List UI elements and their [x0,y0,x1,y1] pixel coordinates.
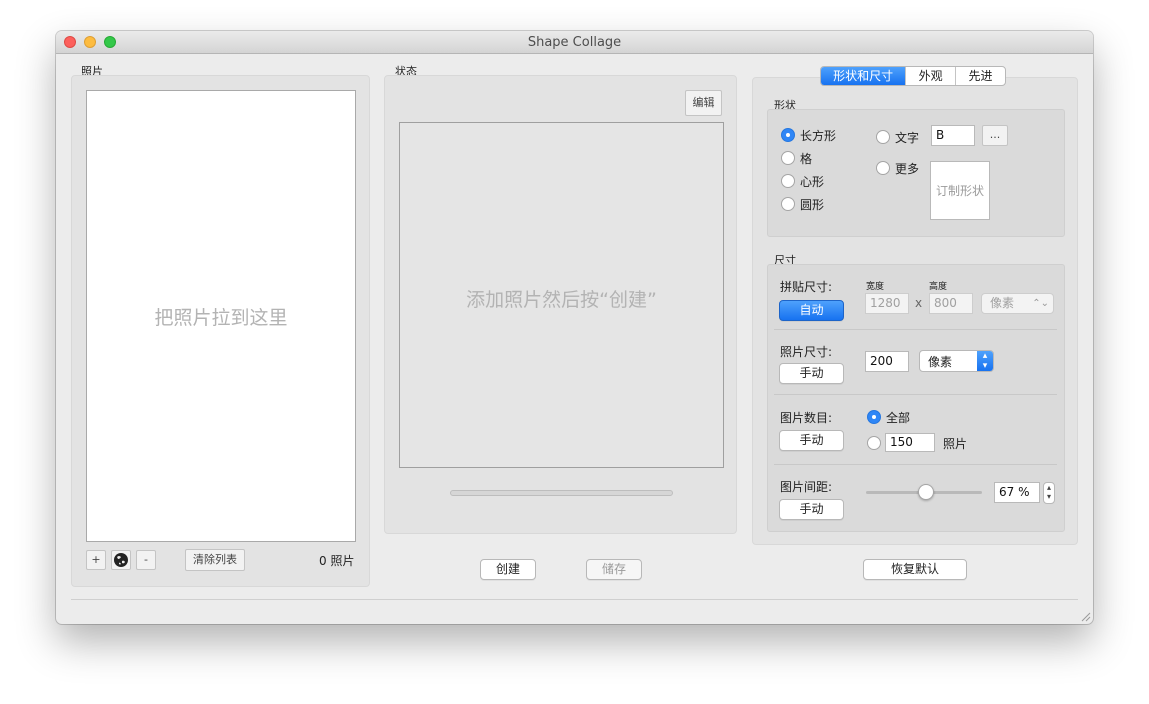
tab-appearance[interactable]: 外观 [906,67,957,85]
shape-label-more: 更多 [895,162,920,176]
status-panel: 编辑 添加照片然后按“创建” [384,75,737,534]
photo-count-setting-label: 图片数目: [780,411,833,425]
globe-icon [114,553,128,567]
progress-bar [450,490,673,496]
photo-unit-select[interactable]: 像素 ▴ ▾ [919,350,994,372]
collage-size-label: 拼贴尺寸: [780,280,833,294]
count-unit-label: 照片 [943,437,968,451]
spacing-stepper[interactable]: ▴ ▾ [1043,482,1055,504]
custom-shape-box[interactable]: 订制形状 [930,161,990,220]
shape-radio-circle[interactable] [781,197,795,211]
add-from-web-button[interactable] [111,550,131,570]
times-sign: x [915,296,923,310]
photo-size-manual-button[interactable]: 手动 [779,363,844,384]
collage-width-input[interactable]: 1280 [865,293,909,314]
divider [774,394,1057,395]
photo-count-label: 0 照片 [319,554,355,568]
count-radio-all[interactable] [867,410,881,424]
app-window: Shape Collage 照片 把照片拉到这里 + - 清除列表 0 照片 状… [56,31,1093,624]
window-title: Shape Collage [527,35,622,50]
tab-shape-and-size[interactable]: 形状和尺寸 [821,67,907,85]
preview-hint-text: 添加照片然后按“创建” [466,289,657,311]
shape-label-circle: 圆形 [800,198,825,212]
save-button[interactable]: 储存 [586,559,642,580]
select-arrows-icon: ▴ ▾ [977,351,993,371]
restore-defaults-button[interactable]: 恢复默认 [863,559,967,580]
resize-grip-icon[interactable] [1080,611,1091,622]
divider [774,329,1057,330]
shape-radio-heart[interactable] [781,174,795,188]
photo-count-input[interactable]: 150 [885,433,935,452]
tab-advanced[interactable]: 先进 [956,67,1005,85]
shape-radio-grid[interactable] [781,151,795,165]
shape-label-rectangle: 长方形 [800,129,837,143]
shape-label-heart: 心形 [800,175,825,189]
create-button[interactable]: 创建 [480,559,536,580]
height-label: 高度 [929,282,948,292]
spacing-value-input[interactable]: 67 % [994,482,1040,503]
count-radio-number[interactable] [867,436,881,450]
clear-list-button[interactable]: 清除列表 [185,549,245,571]
settings-tabs: 形状和尺寸 外观 先进 [820,66,1006,86]
shape-text-browse-button[interactable]: ... [982,125,1008,146]
collage-unit-value: 像素 [990,296,1015,310]
shape-radio-rectangle[interactable] [781,128,795,142]
shape-label-grid: 格 [800,152,813,166]
photo-drop-zone[interactable]: 把照片拉到这里 [86,90,356,542]
shape-label-text: 文字 [895,131,920,145]
updown-chevron-icon: ⌃⌄ [1032,298,1049,309]
title-bar: Shape Collage [56,31,1093,54]
remove-photo-button[interactable]: - [136,550,156,570]
status-bar-divider [71,599,1078,600]
photo-count-manual-button[interactable]: 手动 [779,430,844,451]
width-label: 宽度 [866,282,885,292]
spacing-slider-knob[interactable] [918,484,934,500]
photo-unit-value: 像素 [928,355,953,369]
shape-radio-more[interactable] [876,161,890,175]
photo-size-label: 照片尺寸: [780,345,833,359]
photos-panel: 把照片拉到这里 + - 清除列表 0 照片 [71,75,370,587]
photo-size-input[interactable]: 200 [865,351,909,372]
edit-button[interactable]: 编辑 [685,90,722,116]
shape-radio-text[interactable] [876,130,890,144]
collage-preview: 添加照片然后按“创建” [399,122,724,468]
divider [774,464,1057,465]
add-photo-button[interactable]: + [86,550,106,570]
spacing-label: 图片间距: [780,480,833,494]
collage-size-auto-button[interactable]: 自动 [779,300,844,321]
drop-hint-text: 把照片拉到这里 [154,307,288,329]
count-all-label: 全部 [886,411,911,425]
shape-text-input[interactable]: B [931,125,975,146]
collage-unit-select[interactable]: 像素 ⌃⌄ [981,293,1054,314]
spacing-manual-button[interactable]: 手动 [779,499,844,520]
collage-height-input[interactable]: 800 [929,293,973,314]
custom-shape-label: 订制形状 [935,184,984,198]
